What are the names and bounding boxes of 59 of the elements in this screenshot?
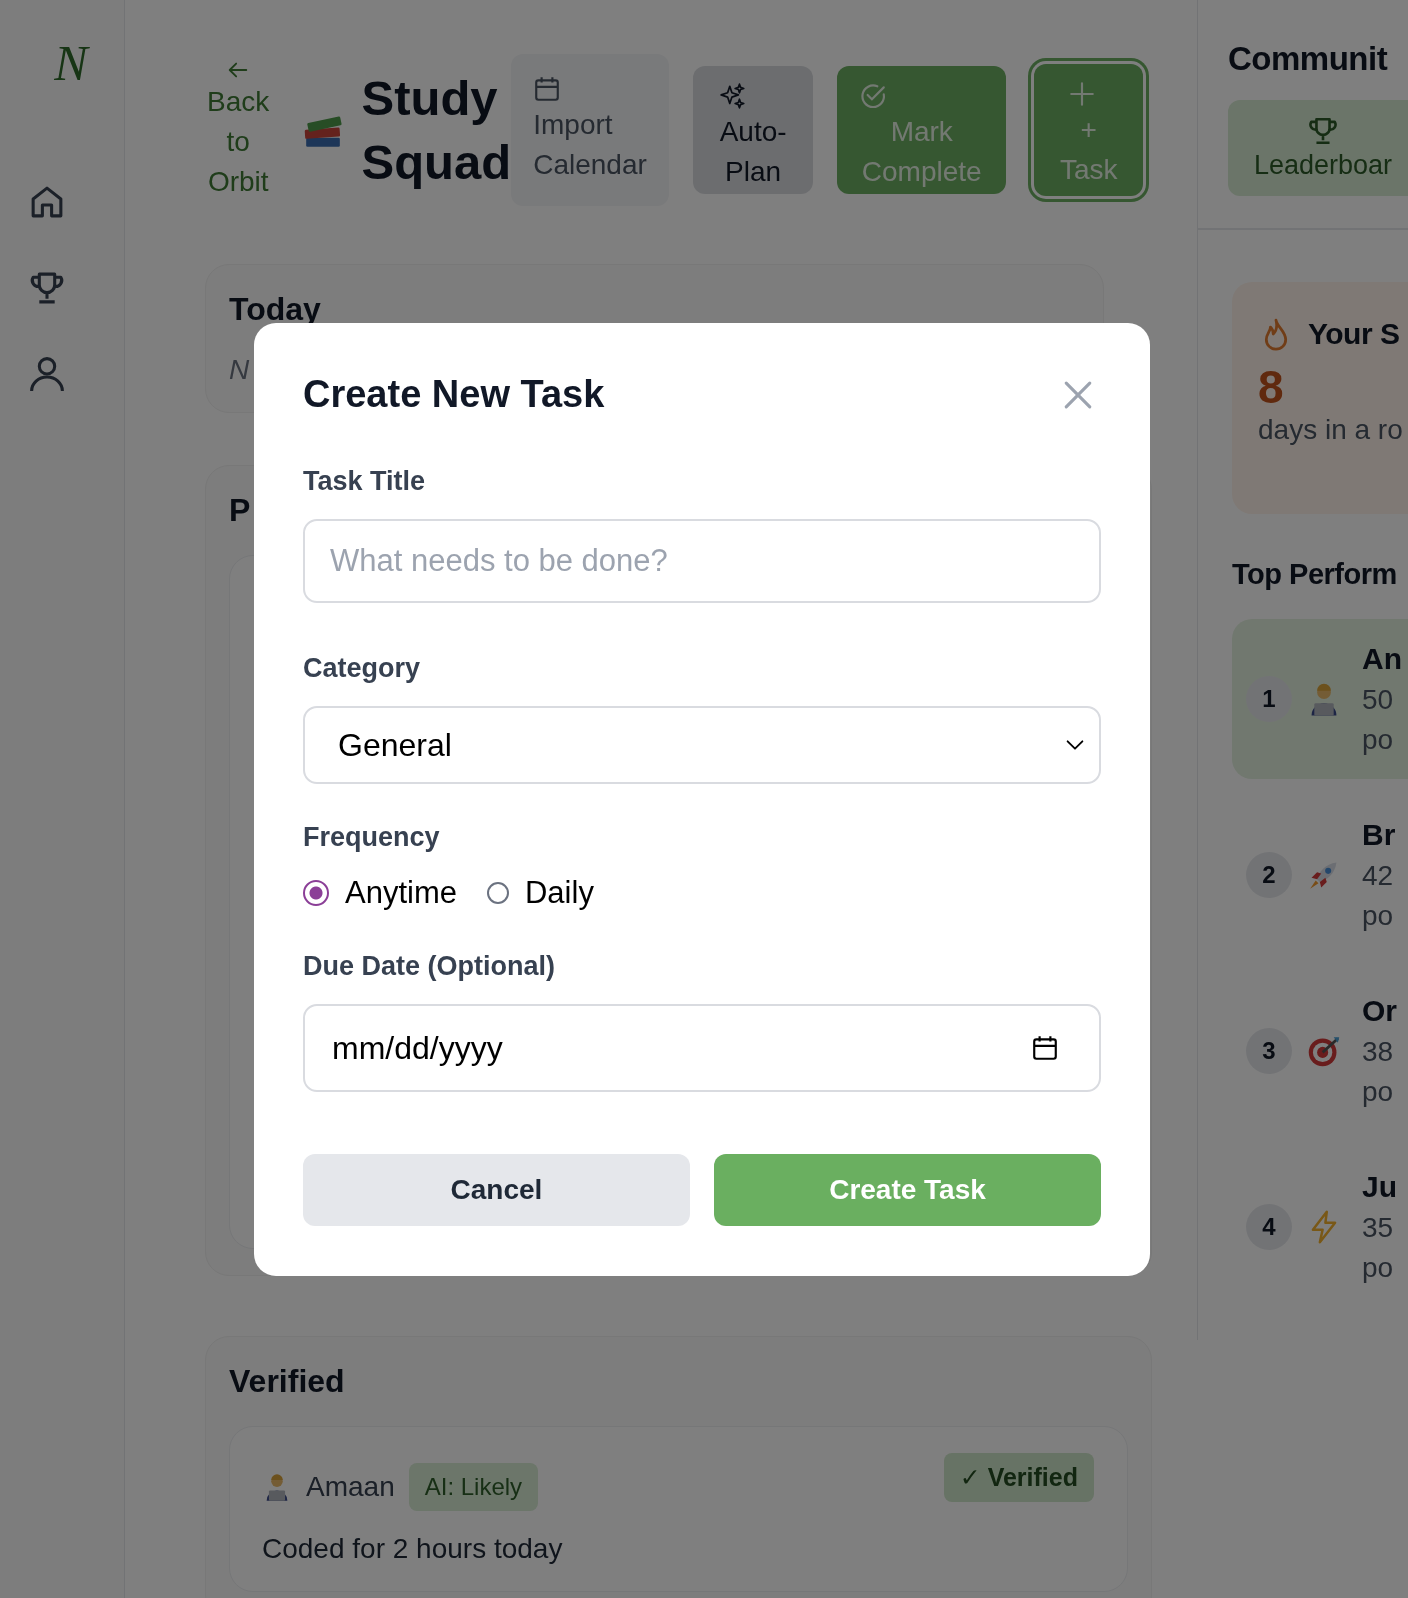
performer-points: 50 [1362,683,1395,717]
create-task-button[interactable]: Create Task [714,1154,1101,1226]
user-name: Amaan [306,1471,395,1503]
ai-tag: AI: Likely [408,1463,539,1511]
performer-points: po [1362,1251,1395,1285]
submission-text: Coded for 2 hours today [262,1533,564,1565]
sparkles-icon [719,82,748,110]
performer-points: 35 [1362,1211,1395,1245]
performer-points: 38 [1362,1035,1395,1069]
user-icon[interactable] [27,354,67,394]
performer-points: po [1362,1075,1395,1109]
radio-button[interactable] [303,880,329,906]
calendar-icon [533,75,562,103]
empty-note: N [229,354,251,386]
header-button[interactable]: Auto-Plan [693,66,814,194]
field-label: Frequency [303,822,441,853]
rank-badge: 4 [1246,1204,1292,1250]
streak-caption: days in a ro [1258,414,1404,446]
performer-row[interactable]: 2 Br 42 po [1232,795,1408,955]
rank-badge: 2 [1246,852,1292,898]
performer-row[interactable]: 1 An 50 po [1232,619,1408,779]
field-label: Task Title [303,466,427,497]
streak-count: 8 [1258,360,1285,414]
performer-row[interactable]: 3 Or 38 po [1232,971,1408,1131]
radio-option[interactable]: Anytime [303,875,457,911]
field-label: Due Date (Optional) [303,951,556,982]
back-link[interactable]: Back to Orbit [205,58,272,202]
category-select[interactable]: General [303,706,1101,784]
performer-points: po [1362,899,1395,933]
date-input[interactable]: mm/dd/yyyy [303,1004,1101,1092]
radio-option[interactable]: Daily [487,875,594,911]
task-title-input[interactable]: What needs to be done? [303,519,1101,603]
section-title: Today [229,291,321,328]
radio-button[interactable] [487,882,509,904]
modal-title: Create New Task [303,373,605,416]
performer-name: Ju [1362,1169,1397,1205]
calendar-icon [1031,1034,1059,1062]
leaderboard-button[interactable]: Leaderboar [1228,100,1408,196]
performer-name: Br [1362,817,1396,853]
performer-name: An [1362,641,1402,677]
performer-points: 42 [1362,859,1395,893]
page-title: Study Squad [361,70,512,191]
header-button[interactable]: Import Calendar [511,54,670,206]
performer-points: po [1362,723,1395,757]
rank-badge: 3 [1246,1028,1292,1074]
section-title: P [229,492,251,529]
panel-title: Communit [1228,40,1389,78]
cancel-button[interactable]: Cancel [303,1154,690,1226]
section-title: Top Perform [1232,558,1398,591]
verified-badge: ✓ Verified [943,1453,1094,1502]
performer-name: Or [1362,993,1397,1029]
performer-row[interactable]: 4 Ju 35 po [1232,1147,1408,1307]
field-label: Category [303,653,422,684]
logo: N [54,34,88,92]
plus-icon [1068,80,1097,108]
rank-badge: 1 [1246,676,1292,722]
streak-title: Your S [1308,317,1400,351]
check-circle-icon [859,82,888,110]
section-title: Verified [229,1363,345,1400]
